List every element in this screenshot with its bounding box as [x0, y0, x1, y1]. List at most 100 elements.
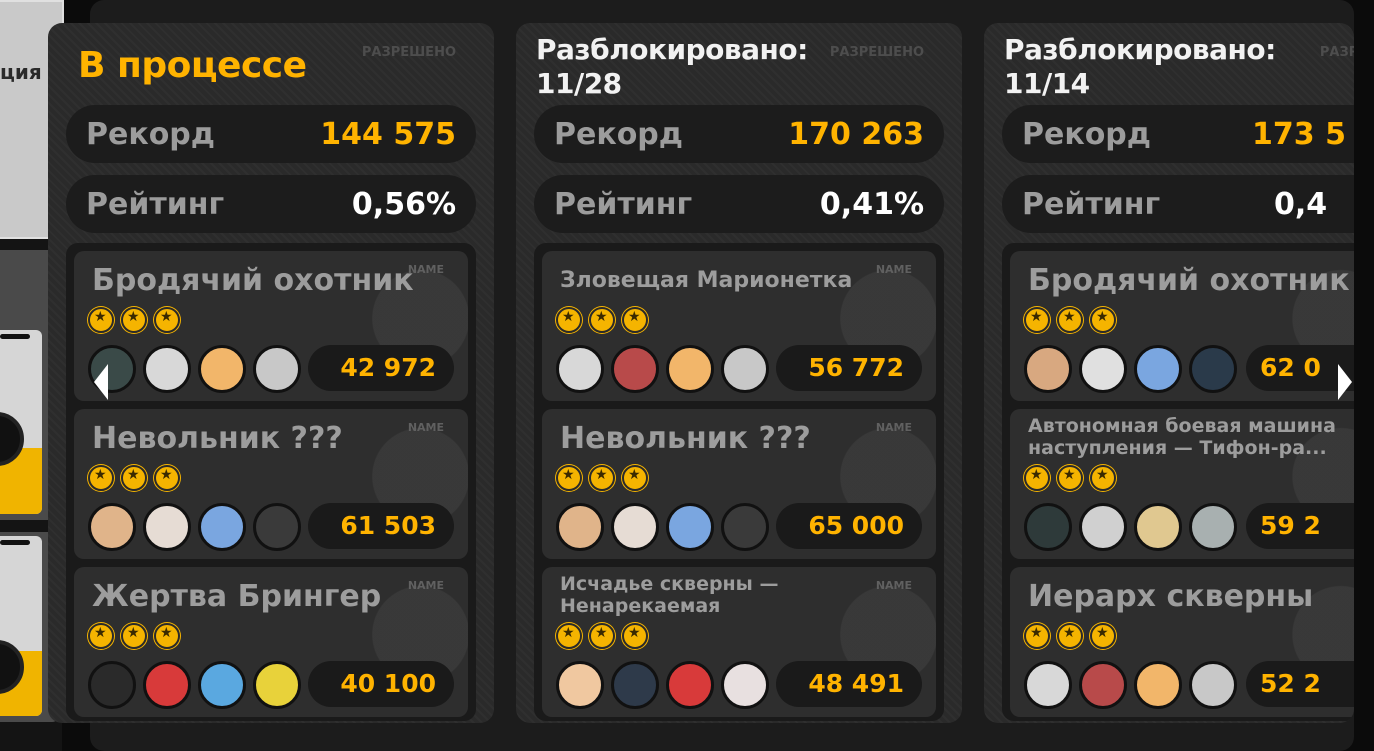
record-value: 144 575: [320, 117, 456, 152]
team-list: Бродячий охотник NAME 42 972 Невольник ?…: [66, 243, 476, 721]
avatar: [1024, 345, 1072, 393]
avatar: [1189, 503, 1237, 551]
star-icon: [1057, 307, 1083, 333]
panel-watermark: РАЗРЕШЕНО: [829, 45, 924, 60]
team-card[interactable]: Исчадье скверны — Ненарекаемая NAME 48 4…: [542, 567, 936, 717]
team-name: Бродячий охотник: [1028, 263, 1350, 298]
team-card[interactable]: Невольник ??? NAME 65 000: [542, 409, 936, 559]
rating-label: Рейтинг: [554, 187, 693, 222]
avatar: [666, 345, 714, 393]
team-score-pill: 42 972: [308, 345, 454, 391]
record-panel: Разблокировано: 11/14 РАЗРЕШЕНО Рекорд 1…: [984, 23, 1354, 723]
team-avatars: [556, 345, 776, 397]
team-score-pill: 40 100: [308, 661, 454, 707]
avatar: [143, 345, 191, 393]
prev-arrow-icon[interactable]: [92, 362, 112, 402]
avatar: [556, 503, 604, 551]
team-card[interactable]: Автономная боевая машина наступления — Т…: [1010, 409, 1354, 559]
team-name-tag: NAME: [407, 579, 444, 592]
star-icon: [88, 623, 114, 649]
team-name: Исчадье скверны — Ненарекаемая: [560, 573, 779, 617]
avatar: [1189, 661, 1237, 709]
star-icon: [154, 623, 180, 649]
avatar: [253, 345, 301, 393]
panel-watermark: РАЗРЕШЕНО: [361, 45, 456, 60]
team-name: Зловещая Марионетка: [560, 268, 853, 293]
team-name: Невольник ???: [92, 421, 343, 456]
team-card[interactable]: Зловещая Марионетка NAME 56 772: [542, 251, 936, 401]
star-icon: [556, 623, 582, 649]
team-name-tag: NAME: [875, 263, 912, 276]
avatar: [143, 661, 191, 709]
avatar: [198, 345, 246, 393]
star-rating: [1024, 465, 1123, 495]
team-card[interactable]: Бродячий охотник 62 0: [1010, 251, 1354, 401]
star-icon: [121, 465, 147, 491]
team-card[interactable]: Иерарх скверны 52 2: [1010, 567, 1354, 717]
star-rating: [88, 465, 187, 495]
avatar: [721, 503, 769, 551]
star-icon: [556, 465, 582, 491]
team-avatars: [556, 503, 776, 555]
avatar: [556, 345, 604, 393]
team-avatars: [88, 503, 308, 555]
team-name: Жертва Брингер: [92, 579, 382, 614]
avatar: [611, 345, 659, 393]
avatar: [88, 503, 136, 551]
avatar: [721, 661, 769, 709]
team-score: 42 972: [340, 353, 436, 382]
record-row: Рекорд 144 575: [66, 105, 476, 163]
avatar: [1079, 345, 1127, 393]
team-avatars: [1024, 345, 1244, 397]
avatar: [556, 661, 604, 709]
avatar: [253, 661, 301, 709]
rating-row: Рейтинг 0,41%: [534, 175, 944, 233]
star-icon: [622, 307, 648, 333]
star-icon: [589, 307, 615, 333]
star-rating: [1024, 307, 1123, 337]
rating-value: 0,56%: [351, 187, 456, 222]
team-card[interactable]: Жертва Брингер NAME 40 100: [74, 567, 468, 717]
rating-row: Рейтинг 0,56%: [66, 175, 476, 233]
avatar: [1079, 661, 1127, 709]
avatar: [198, 503, 246, 551]
team-avatars: [88, 345, 308, 397]
record-row: Рекорд 173 5: [1002, 105, 1354, 163]
team-score: 65 000: [808, 511, 904, 540]
star-rating: [556, 623, 655, 653]
star-icon: [556, 307, 582, 333]
star-icon: [589, 465, 615, 491]
record-label: Рекорд: [86, 117, 216, 152]
avatar: [1024, 503, 1072, 551]
star-icon: [154, 307, 180, 333]
sidebar-tab-label: ция: [0, 60, 42, 84]
star-icon: [121, 307, 147, 333]
next-arrow-icon[interactable]: [1334, 362, 1354, 402]
team-score: 52 2: [1260, 669, 1321, 698]
record-value: 170 263: [788, 117, 924, 152]
avatar: [143, 503, 191, 551]
team-card[interactable]: Бродячий охотник NAME 42 972: [74, 251, 468, 401]
record-label: Рекорд: [554, 117, 684, 152]
avatar: [666, 503, 714, 551]
team-card[interactable]: Невольник ??? NAME 61 503: [74, 409, 468, 559]
team-score-pill: 52 2: [1246, 661, 1354, 707]
rating-value: 0,41%: [819, 187, 924, 222]
team-score: 56 772: [808, 353, 904, 382]
star-icon: [1057, 465, 1083, 491]
star-icon: [1024, 465, 1050, 491]
rating-row: Рейтинг 0,4: [1002, 175, 1354, 233]
team-name: Бродячий охотник: [92, 263, 414, 298]
team-name-tag: NAME: [875, 421, 912, 434]
panel-title: В процессе: [78, 45, 307, 86]
team-score-pill: 56 772: [776, 345, 922, 391]
team-score-pill: 61 503: [308, 503, 454, 549]
team-score: 62 0: [1260, 353, 1321, 382]
rating-label: Рейтинг: [86, 187, 225, 222]
team-list: Бродячий охотник 62 0 Автономная боевая …: [1002, 243, 1354, 721]
star-icon: [589, 623, 615, 649]
avatar: [611, 503, 659, 551]
record-label: Рекорд: [1022, 117, 1152, 152]
record-panel: Разблокировано: 11/28 РАЗРЕШЕНО Рекорд 1…: [516, 23, 962, 723]
team-avatars: [1024, 661, 1244, 713]
